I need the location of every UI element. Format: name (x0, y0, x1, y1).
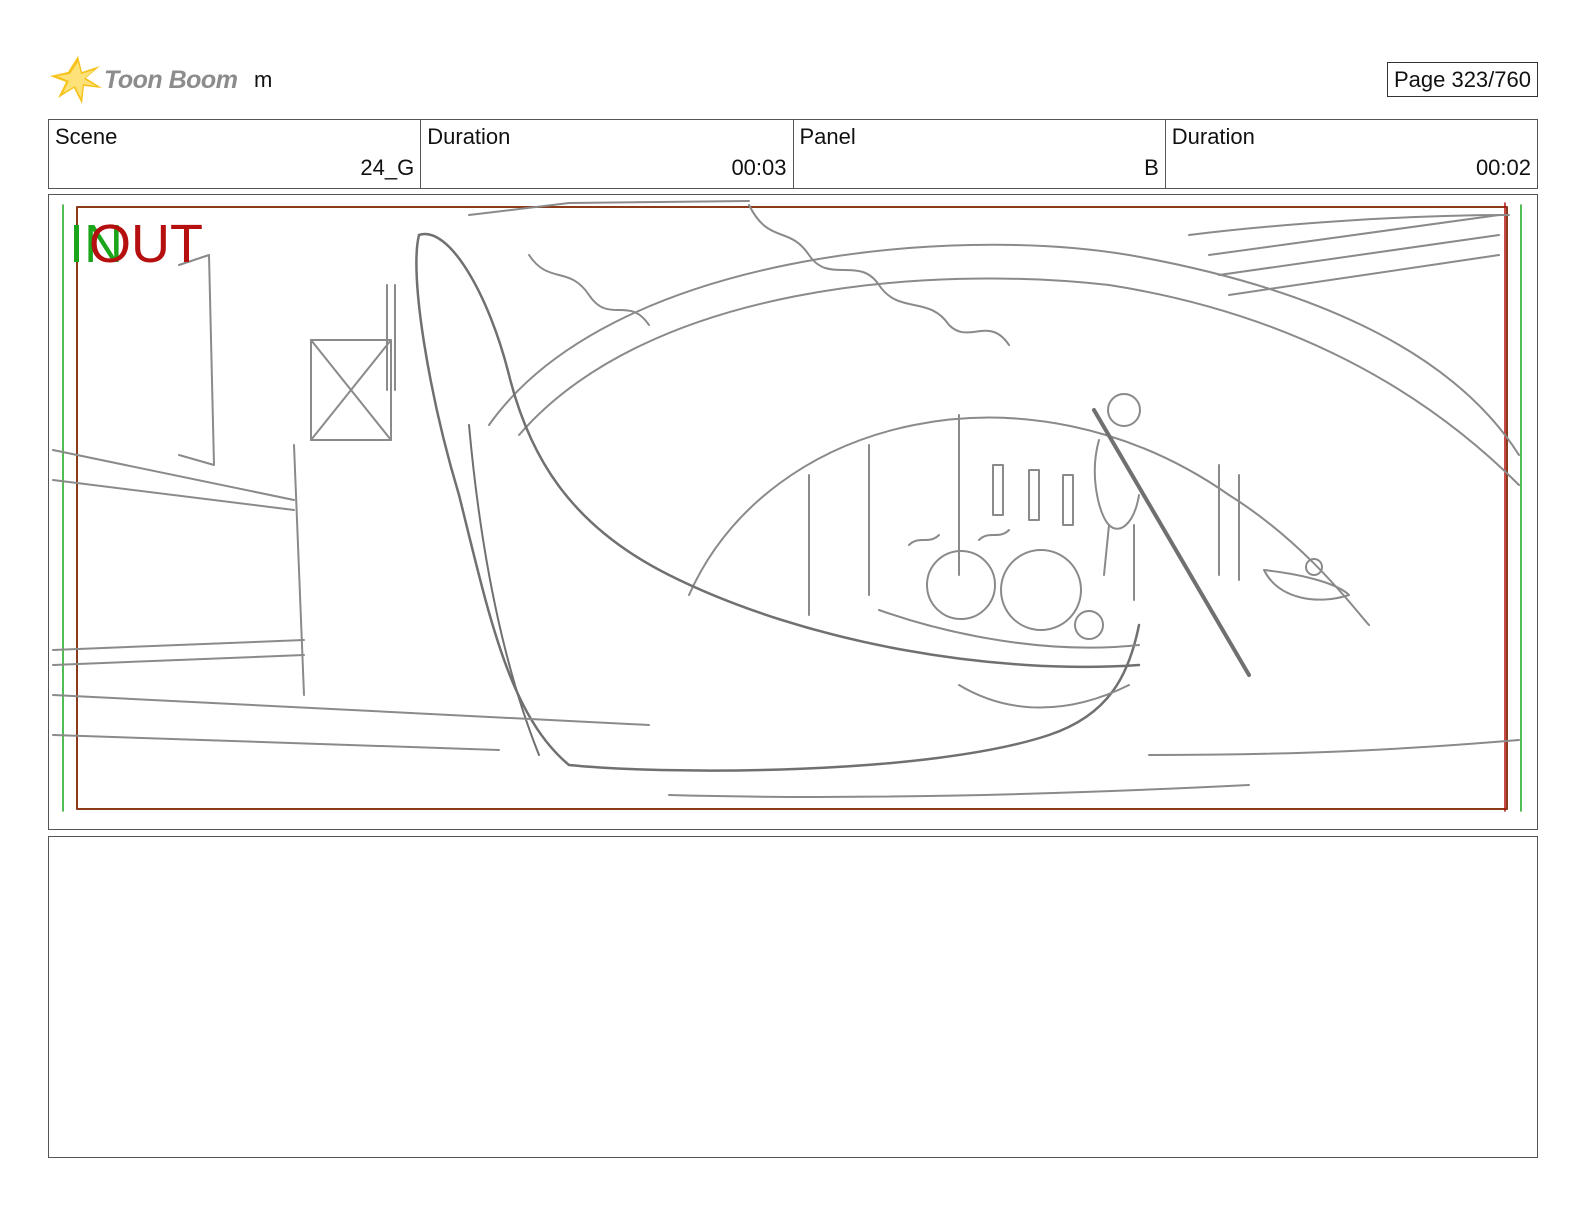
page-header: Toon Boom m Page 323/760 (48, 52, 1538, 108)
toon-boom-star-icon (50, 56, 102, 104)
scene-duration-cell: Duration 00:03 (421, 120, 794, 188)
scene-duration-value: 00:03 (731, 155, 787, 180)
panel-notes-area[interactable] (48, 836, 1538, 1158)
scene-label: Scene (55, 124, 118, 149)
panel-label: Panel (799, 124, 856, 149)
panel-value: B (1144, 155, 1159, 180)
page-counter: Page 323/760 (1386, 62, 1538, 97)
panel-cell: Panel B (794, 120, 1166, 188)
out-marker: OUT (89, 214, 203, 274)
panel-info-table: Scene 24_G Duration 00:03 Panel B Durati… (48, 119, 1538, 189)
scene-duration-label: Duration (427, 124, 511, 149)
panel-duration-value: 00:02 (1475, 155, 1531, 180)
logo-text: Toon Boom (104, 66, 238, 94)
scene-value: 24_G (360, 155, 415, 180)
panel-duration-label: Duration (1171, 124, 1255, 149)
scene-cell: Scene 24_G (49, 120, 422, 188)
panel-duration-cell: Duration 00:02 (1166, 120, 1537, 188)
toon-boom-logo: Toon Boom (48, 52, 248, 108)
gondola-sketch (52, 200, 1522, 812)
project-name: m (254, 67, 273, 92)
storyboard-panel-image: IN OUT (48, 194, 1538, 830)
